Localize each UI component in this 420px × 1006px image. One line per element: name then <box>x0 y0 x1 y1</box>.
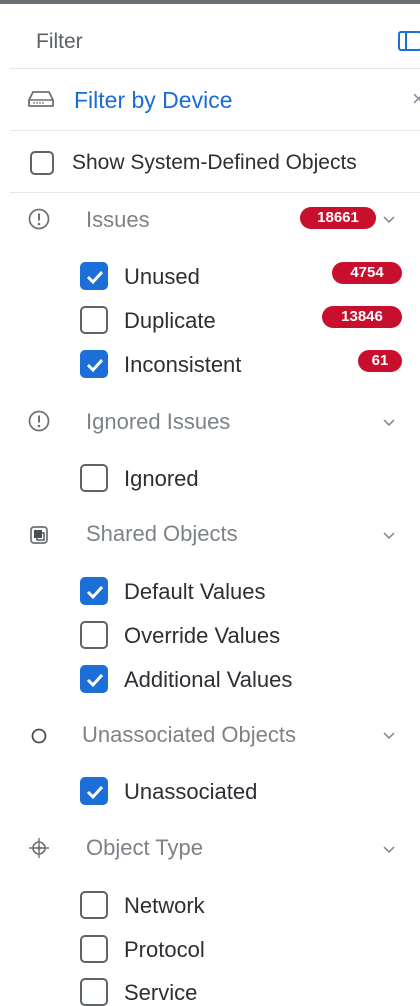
ignored-checkbox[interactable] <box>80 464 108 492</box>
default-values-checkbox[interactable] <box>80 577 108 605</box>
section-label-ignored-issues[interactable]: Ignored Issues <box>86 409 230 435</box>
unassociated-label: Unassociated <box>124 779 258 804</box>
unused-label: Unused <box>124 264 200 289</box>
section-label-unassociated-objects[interactable]: Unassociated Objects <box>82 722 296 748</box>
service-label: Service <box>124 980 198 1005</box>
chevron-down-icon[interactable] <box>382 845 396 855</box>
divider <box>10 130 420 131</box>
exclamation-circle-icon <box>28 208 50 230</box>
shared-objects-icon <box>30 526 48 544</box>
default-values-label: Default Values <box>124 579 266 604</box>
circle-icon <box>31 728 47 744</box>
additional-values-checkbox[interactable] <box>80 665 108 693</box>
network-label: Network <box>124 893 205 918</box>
panel-toggle-icon[interactable] <box>398 30 420 52</box>
divider <box>10 192 420 193</box>
protocol-checkbox[interactable] <box>80 935 108 963</box>
inconsistent-checkbox[interactable] <box>80 350 108 378</box>
protocol-label: Protocol <box>124 937 205 962</box>
inconsistent-label: Inconsistent <box>124 352 242 377</box>
device-icon <box>28 91 54 107</box>
system-defined-label: Show System-Defined Objects <box>72 151 357 174</box>
inconsistent-count-badge: 61 <box>358 350 402 372</box>
additional-values-label: Additional Values <box>124 667 293 692</box>
chevron-down-icon[interactable] <box>382 531 396 541</box>
service-checkbox[interactable] <box>80 978 108 1006</box>
duplicate-checkbox[interactable] <box>80 306 108 334</box>
ignored-label: Ignored <box>124 466 199 491</box>
close-icon[interactable]: × <box>412 86 420 112</box>
override-values-label: Override Values <box>124 623 281 648</box>
filter-by-device-link[interactable]: Filter by Device <box>74 87 232 114</box>
section-label-shared-objects[interactable]: Shared Objects <box>86 521 238 547</box>
system-defined-checkbox[interactable] <box>30 151 54 175</box>
duplicate-label: Duplicate <box>124 308 216 333</box>
issues-count-badge: 18661 <box>300 207 376 229</box>
duplicate-count-badge: 13846 <box>322 306 402 328</box>
unused-count-badge: 4754 <box>332 262 402 284</box>
unused-checkbox[interactable] <box>80 262 108 290</box>
chevron-down-icon[interactable] <box>382 418 396 428</box>
object-type-icon <box>29 838 49 858</box>
override-values-checkbox[interactable] <box>80 621 108 649</box>
section-label-object-type[interactable]: Object Type <box>86 835 203 861</box>
chevron-down-icon[interactable] <box>382 731 396 741</box>
top-border <box>0 0 420 4</box>
exclamation-circle-icon <box>28 410 50 432</box>
network-checkbox[interactable] <box>80 891 108 919</box>
chevron-down-icon[interactable] <box>382 215 396 225</box>
page-title: Filter <box>36 30 83 53</box>
section-label-issues[interactable]: Issues <box>86 207 150 233</box>
unassociated-checkbox[interactable] <box>80 777 108 805</box>
divider <box>10 68 420 69</box>
